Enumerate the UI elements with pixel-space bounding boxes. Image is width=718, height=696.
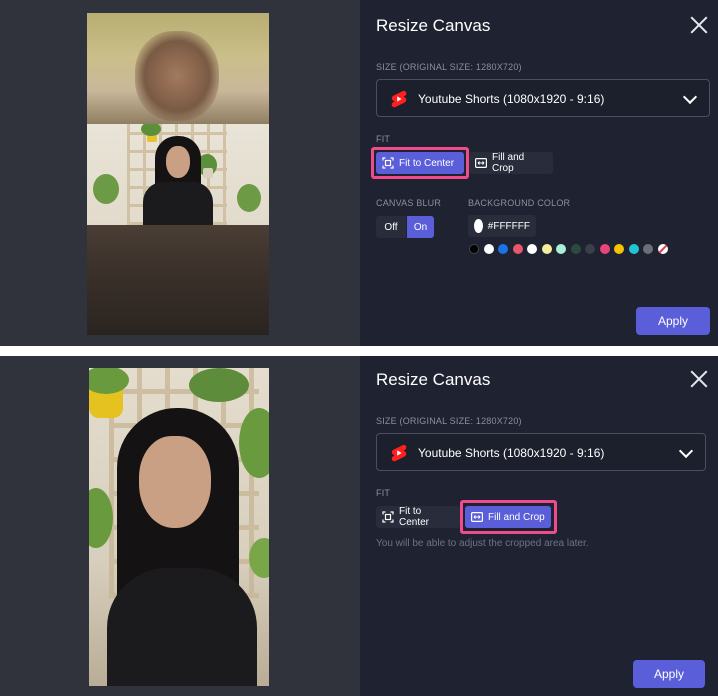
swatch-black[interactable] — [469, 244, 479, 254]
fill-and-crop-button[interactable]: Fill and Crop — [469, 152, 553, 174]
size-label: SIZE (ORIGINAL SIZE: 1280X720) — [376, 416, 522, 426]
resize-canvas-fill-and-crop-view: Resize Canvas SIZE (ORIGINAL SIZE: 1280X… — [0, 356, 718, 696]
blurred-background-top — [87, 13, 269, 124]
fill-and-crop-button[interactable]: Fill and Crop — [465, 506, 551, 528]
swatch-blue[interactable] — [498, 244, 508, 254]
size-dropdown-value: Youtube Shorts (1080x1920 - 9:16) — [418, 446, 605, 460]
swatch-mint[interactable] — [556, 244, 566, 254]
canvas-blur-on-button[interactable]: On — [407, 216, 434, 238]
video-preview-fit-center — [87, 13, 269, 335]
close-icon[interactable] — [690, 370, 708, 388]
swatch-dark-green[interactable] — [570, 244, 581, 254]
fit-to-center-icon — [382, 157, 394, 169]
fit-to-center-button[interactable]: Fit to Center — [376, 152, 464, 174]
size-dropdown[interactable]: Youtube Shorts (1080x1920 - 9:16) — [376, 433, 706, 471]
apply-button[interactable]: Apply — [636, 307, 710, 335]
swatch-white-2[interactable] — [527, 244, 537, 254]
size-label: SIZE (ORIGINAL SIZE: 1280X720) — [376, 62, 522, 72]
canvas-blur-off-button[interactable]: Off — [376, 216, 406, 238]
swatch-yellow[interactable] — [614, 244, 624, 254]
swatch-cyan[interactable] — [628, 244, 639, 254]
background-color-label: BACKGROUND COLOR — [468, 198, 571, 208]
fit-to-center-label: Fit to Center — [399, 506, 430, 528]
resize-canvas-panel: Resize Canvas SIZE (ORIGINAL SIZE: 1280X… — [360, 0, 718, 346]
resize-canvas-fit-to-center-view: Resize Canvas SIZE (ORIGINAL SIZE: 1280X… — [0, 0, 718, 346]
swatch-dark-gray[interactable] — [585, 244, 595, 254]
fill-and-crop-icon — [475, 158, 487, 168]
chevron-down-icon — [678, 443, 694, 459]
background-color-value: #FFFFFF — [487, 220, 530, 232]
swatch-pink[interactable] — [599, 244, 610, 254]
panel-title: Resize Canvas — [376, 16, 491, 35]
fit-label: FIT — [376, 488, 391, 498]
swatch-gray[interactable] — [643, 244, 653, 254]
youtube-shorts-icon — [391, 444, 407, 462]
fill-and-crop-icon — [471, 512, 483, 522]
blurred-background-bottom — [87, 225, 269, 335]
swatch-red[interactable] — [512, 244, 523, 254]
canvas-preview-area — [0, 0, 360, 346]
swatch-none[interactable] — [657, 244, 668, 254]
chevron-down-icon — [682, 89, 698, 105]
apply-button[interactable]: Apply — [633, 660, 705, 688]
fit-label: FIT — [376, 134, 391, 144]
fill-and-crop-label: Fill and Crop — [488, 511, 545, 523]
canvas-preview-area — [0, 356, 360, 696]
swatch-white[interactable] — [483, 244, 494, 254]
fill-and-crop-label: Fill and Crop — [492, 152, 525, 174]
color-swatches — [469, 244, 668, 254]
video-preview-fill-crop — [89, 368, 269, 686]
original-video-frame — [87, 124, 269, 225]
background-color-input[interactable]: #FFFFFF — [468, 215, 536, 237]
crop-helper-text: You will be able to adjust the cropped a… — [376, 538, 589, 549]
youtube-shorts-icon — [391, 90, 407, 108]
resize-canvas-panel: Resize Canvas SIZE (ORIGINAL SIZE: 1280X… — [360, 356, 718, 696]
canvas-blur-label: CANVAS BLUR — [376, 198, 442, 208]
size-dropdown-value: Youtube Shorts (1080x1920 - 9:16) — [418, 92, 605, 106]
size-dropdown[interactable]: Youtube Shorts (1080x1920 - 9:16) — [376, 79, 710, 117]
fit-to-center-button[interactable]: Fit to Center — [376, 506, 460, 528]
close-icon[interactable] — [690, 16, 708, 34]
fit-to-center-icon — [382, 511, 394, 523]
color-preview-dot — [474, 219, 483, 233]
panel-title: Resize Canvas — [376, 370, 491, 389]
swatch-yellow-light[interactable] — [541, 244, 552, 254]
fit-to-center-label: Fit to Center — [399, 157, 455, 169]
